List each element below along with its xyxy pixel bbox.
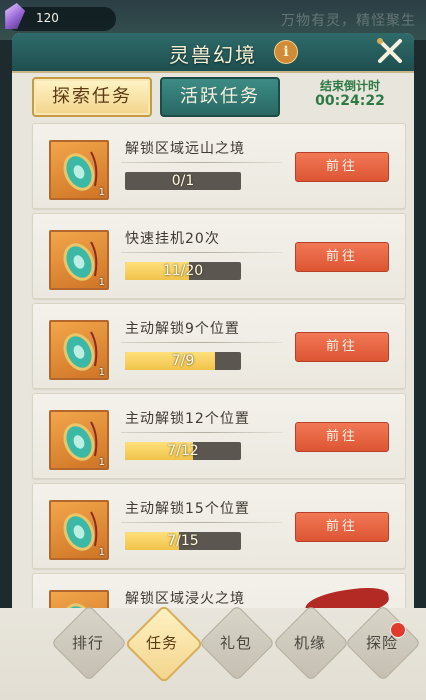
countdown-timer: 00:24:22 (315, 93, 385, 109)
progress-text: 7/9 (171, 353, 195, 369)
top-slogan: 万物有灵，精怪聚生 (281, 13, 416, 29)
currency-amount: 120 (36, 11, 59, 25)
tab-active-tasks[interactable]: 活跃任务 (160, 77, 280, 117)
panel-title: 灵兽幻境 (169, 43, 257, 67)
reward-quantity: 1 (98, 367, 105, 378)
go-button[interactable]: 前往 (295, 242, 389, 272)
reward-quantity: 1 (98, 457, 105, 468)
task-name: 主动解锁9个位置 (125, 321, 240, 337)
progress-text: 11/20 (162, 263, 204, 279)
nav-label-fortune[interactable]: 机缘 (280, 632, 340, 653)
nav-label-ranking[interactable]: 排行 (58, 632, 118, 653)
task-list[interactable]: 1 解锁区域远山之境 0/1 前往 1 快速挂机20次 11/20 前往 1 主… (20, 117, 406, 637)
tab-explore-tasks[interactable]: 探索任务 (32, 77, 152, 117)
task-card: 1 解锁区域远山之境 0/1 前往 (32, 123, 406, 209)
task-name: 主动解锁12个位置 (125, 411, 250, 427)
go-button[interactable]: 前往 (295, 422, 389, 452)
task-name: 解锁区域浸火之境 (125, 591, 245, 607)
task-card: 1 主动解锁9个位置 7/9 前往 (32, 303, 406, 389)
progress-text: 7/15 (167, 533, 199, 549)
reward-item-icon[interactable]: 1 (49, 410, 109, 470)
divider (121, 342, 283, 343)
notification-dot (390, 622, 406, 638)
task-panel: 灵兽幻境 i 探索任务 活跃任务 结束倒计时 00:24:22 1 解锁区域远山… (12, 33, 414, 700)
reward-item-icon[interactable]: 1 (49, 230, 109, 290)
progress-text: 0/1 (171, 173, 195, 189)
task-name: 解锁区域远山之境 (125, 141, 245, 157)
nav-label-tasks[interactable]: 任务 (132, 632, 192, 653)
reward-item-icon[interactable]: 1 (49, 320, 109, 380)
go-button[interactable]: 前往 (295, 512, 389, 542)
task-card: 1 主动解锁15个位置 7/15 前往 (32, 483, 406, 569)
task-card: 1 快速挂机20次 11/20 前往 (32, 213, 406, 299)
currency-display[interactable]: 120 (6, 7, 116, 31)
reward-quantity: 1 (98, 547, 105, 558)
panel-title-bar: 灵兽幻境 i (12, 33, 414, 73)
go-button[interactable]: 前往 (295, 332, 389, 362)
divider (121, 252, 283, 253)
task-progress-bar: 7/15 (125, 532, 241, 550)
task-name: 快速挂机20次 (125, 231, 220, 247)
divider (121, 162, 283, 163)
task-name: 主动解锁15个位置 (125, 501, 250, 517)
divider (121, 522, 283, 523)
reward-item-icon[interactable]: 1 (49, 140, 109, 200)
reward-quantity: 1 (98, 187, 105, 198)
task-card: 1 主动解锁12个位置 7/12 前往 (32, 393, 406, 479)
task-progress-bar: 0/1 (125, 172, 241, 190)
go-button[interactable]: 前往 (295, 152, 389, 182)
reward-item-icon[interactable]: 1 (49, 500, 109, 560)
reward-quantity: 1 (98, 277, 105, 288)
divider (121, 432, 283, 433)
close-icon[interactable] (374, 35, 406, 67)
task-progress-bar: 11/20 (125, 262, 241, 280)
countdown-label: 结束倒计时 (319, 79, 380, 93)
progress-text: 7/12 (167, 443, 199, 459)
task-progress-bar: 7/9 (125, 352, 241, 370)
nav-label-gift-pack[interactable]: 礼包 (206, 632, 266, 653)
task-progress-bar: 7/12 (125, 442, 241, 460)
info-icon[interactable]: i (274, 40, 298, 64)
